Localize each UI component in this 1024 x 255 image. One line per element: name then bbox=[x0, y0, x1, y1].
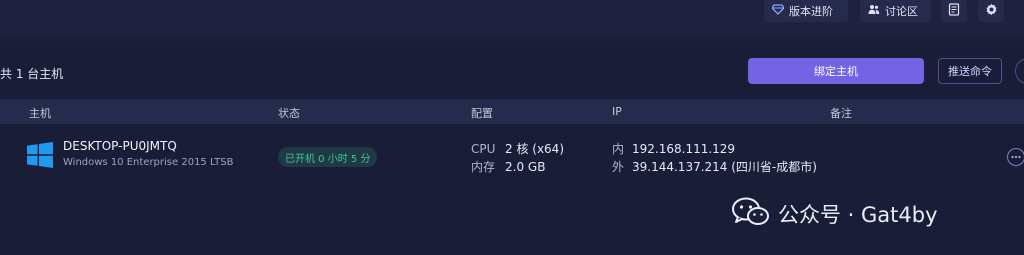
wechat-icon bbox=[732, 197, 770, 232]
document-icon bbox=[948, 3, 960, 19]
host-count: 共 1 台主机 bbox=[0, 67, 64, 81]
memory-info: 内存 2.0 GB bbox=[471, 158, 545, 175]
outer-ip-value: 39.144.137.214 (四川省-成都市) bbox=[632, 160, 817, 174]
top-bar: 版本进阶 讨论区 bbox=[0, 0, 1024, 36]
outer-ip-label: 外 bbox=[612, 160, 625, 174]
windows-icon bbox=[27, 142, 53, 168]
status-badge: 已开机 0 小时 5 分 bbox=[278, 147, 378, 167]
push-command-button[interactable]: 推送命令 bbox=[938, 58, 1002, 84]
host-name[interactable]: DESKTOP-PU0JMTQ bbox=[63, 139, 177, 153]
more-actions-button[interactable] bbox=[1007, 148, 1024, 166]
memory-label: 内存 bbox=[471, 160, 496, 174]
outer-ip: 外 39.144.137.214 (四川省-成都市) bbox=[612, 158, 817, 175]
column-header-status: 状态 bbox=[278, 107, 300, 120]
settings-button[interactable] bbox=[978, 0, 1004, 22]
watermark-text: 公众号 · Gat4by bbox=[778, 203, 938, 227]
table-header: 主机 状态 配置 IP 备注 bbox=[0, 99, 1024, 124]
column-header-note: 备注 bbox=[830, 107, 852, 120]
discuss-label: 讨论区 bbox=[885, 5, 918, 18]
docs-button[interactable] bbox=[941, 0, 967, 22]
cpu-info: CPU 2 核 (x64) bbox=[471, 140, 564, 157]
upgrade-button[interactable]: 版本进阶 bbox=[764, 0, 848, 22]
discuss-button[interactable]: 讨论区 bbox=[860, 0, 931, 22]
diamond-icon bbox=[771, 4, 785, 18]
watermark: 公众号 · Gat4by bbox=[732, 197, 938, 232]
gear-icon bbox=[985, 3, 998, 19]
column-header-config: 配置 bbox=[471, 107, 493, 120]
inner-ip-value: 192.168.111.129 bbox=[632, 142, 736, 156]
table-row[interactable]: DESKTOP-PU0JMTQ Windows 10 Enterprise 20… bbox=[0, 124, 1024, 189]
ellipsis-icon bbox=[1011, 152, 1021, 162]
cpu-value: 2 核 (x64) bbox=[505, 142, 564, 156]
bind-host-button[interactable]: 绑定主机 bbox=[748, 58, 924, 84]
inner-ip: 内 192.168.111.129 bbox=[612, 140, 735, 157]
column-header-ip: IP bbox=[612, 105, 622, 118]
cpu-label: CPU bbox=[471, 142, 496, 156]
host-os: Windows 10 Enterprise 2015 LTSB bbox=[63, 157, 234, 168]
upgrade-label: 版本进阶 bbox=[789, 5, 833, 18]
users-icon bbox=[868, 4, 880, 18]
inner-ip-label: 内 bbox=[612, 142, 625, 156]
memory-value: 2.0 GB bbox=[505, 160, 546, 174]
column-header-host: 主机 bbox=[29, 107, 51, 120]
